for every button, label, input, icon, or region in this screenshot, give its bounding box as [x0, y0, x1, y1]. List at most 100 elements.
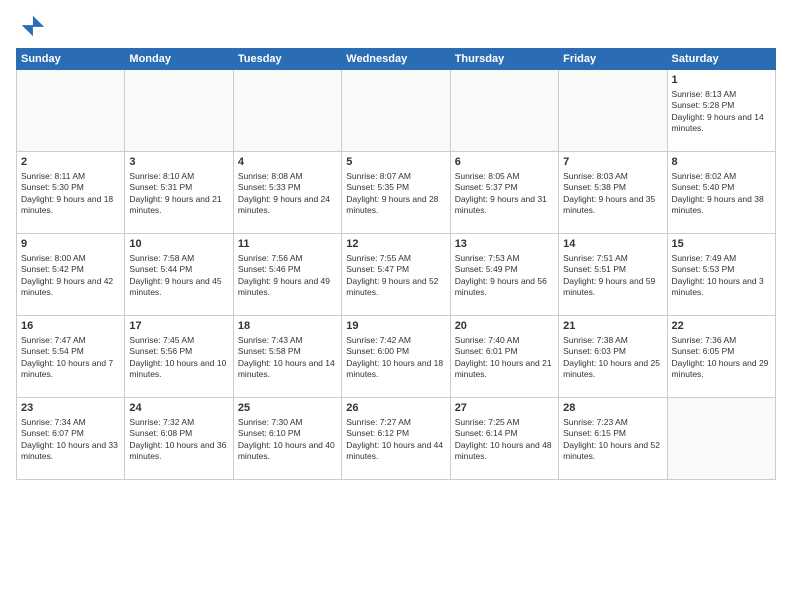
calendar-cell — [667, 398, 775, 480]
day-number: 24 — [129, 401, 228, 416]
calendar-cell: 3Sunrise: 8:10 AM Sunset: 5:31 PM Daylig… — [125, 152, 233, 234]
calendar-header-sunday: Sunday — [17, 49, 125, 70]
day-number: 9 — [21, 237, 120, 252]
day-number: 2 — [21, 155, 120, 170]
day-info: Sunrise: 8:00 AM Sunset: 5:42 PM Dayligh… — [21, 253, 120, 299]
calendar-cell — [125, 70, 233, 152]
day-number: 5 — [346, 155, 445, 170]
calendar-cell: 23Sunrise: 7:34 AM Sunset: 6:07 PM Dayli… — [17, 398, 125, 480]
day-info: Sunrise: 7:43 AM Sunset: 5:58 PM Dayligh… — [238, 335, 337, 381]
calendar-cell: 26Sunrise: 7:27 AM Sunset: 6:12 PM Dayli… — [342, 398, 450, 480]
calendar-cell: 15Sunrise: 7:49 AM Sunset: 5:53 PM Dayli… — [667, 234, 775, 316]
calendar-table: SundayMondayTuesdayWednesdayThursdayFrid… — [16, 48, 776, 480]
logo-icon — [18, 12, 46, 40]
day-info: Sunrise: 7:23 AM Sunset: 6:15 PM Dayligh… — [563, 417, 662, 463]
day-info: Sunrise: 7:53 AM Sunset: 5:49 PM Dayligh… — [455, 253, 554, 299]
calendar-cell: 12Sunrise: 7:55 AM Sunset: 5:47 PM Dayli… — [342, 234, 450, 316]
calendar-cell — [450, 70, 558, 152]
day-info: Sunrise: 7:42 AM Sunset: 6:00 PM Dayligh… — [346, 335, 445, 381]
day-info: Sunrise: 8:13 AM Sunset: 5:28 PM Dayligh… — [672, 89, 771, 135]
day-info: Sunrise: 7:27 AM Sunset: 6:12 PM Dayligh… — [346, 417, 445, 463]
calendar-cell — [559, 70, 667, 152]
calendar-cell: 11Sunrise: 7:56 AM Sunset: 5:46 PM Dayli… — [233, 234, 341, 316]
day-info: Sunrise: 8:03 AM Sunset: 5:38 PM Dayligh… — [563, 171, 662, 217]
calendar-week-2: 9Sunrise: 8:00 AM Sunset: 5:42 PM Daylig… — [17, 234, 776, 316]
day-info: Sunrise: 7:38 AM Sunset: 6:03 PM Dayligh… — [563, 335, 662, 381]
day-number: 19 — [346, 319, 445, 334]
day-number: 13 — [455, 237, 554, 252]
header — [16, 12, 776, 40]
calendar-cell: 6Sunrise: 8:05 AM Sunset: 5:37 PM Daylig… — [450, 152, 558, 234]
day-number: 14 — [563, 237, 662, 252]
calendar-cell: 8Sunrise: 8:02 AM Sunset: 5:40 PM Daylig… — [667, 152, 775, 234]
calendar-cell: 7Sunrise: 8:03 AM Sunset: 5:38 PM Daylig… — [559, 152, 667, 234]
day-info: Sunrise: 7:55 AM Sunset: 5:47 PM Dayligh… — [346, 253, 445, 299]
day-number: 10 — [129, 237, 228, 252]
calendar-header-wednesday: Wednesday — [342, 49, 450, 70]
calendar-header-friday: Friday — [559, 49, 667, 70]
day-number: 15 — [672, 237, 771, 252]
calendar-week-1: 2Sunrise: 8:11 AM Sunset: 5:30 PM Daylig… — [17, 152, 776, 234]
calendar-cell: 27Sunrise: 7:25 AM Sunset: 6:14 PM Dayli… — [450, 398, 558, 480]
day-info: Sunrise: 8:02 AM Sunset: 5:40 PM Dayligh… — [672, 171, 771, 217]
day-number: 26 — [346, 401, 445, 416]
day-info: Sunrise: 7:40 AM Sunset: 6:01 PM Dayligh… — [455, 335, 554, 381]
calendar-cell: 18Sunrise: 7:43 AM Sunset: 5:58 PM Dayli… — [233, 316, 341, 398]
calendar-week-0: 1Sunrise: 8:13 AM Sunset: 5:28 PM Daylig… — [17, 70, 776, 152]
day-number: 25 — [238, 401, 337, 416]
calendar-cell: 28Sunrise: 7:23 AM Sunset: 6:15 PM Dayli… — [559, 398, 667, 480]
calendar-header-row: SundayMondayTuesdayWednesdayThursdayFrid… — [17, 49, 776, 70]
day-number: 11 — [238, 237, 337, 252]
day-info: Sunrise: 7:30 AM Sunset: 6:10 PM Dayligh… — [238, 417, 337, 463]
day-info: Sunrise: 7:51 AM Sunset: 5:51 PM Dayligh… — [563, 253, 662, 299]
day-info: Sunrise: 8:11 AM Sunset: 5:30 PM Dayligh… — [21, 171, 120, 217]
day-info: Sunrise: 7:36 AM Sunset: 6:05 PM Dayligh… — [672, 335, 771, 381]
day-number: 17 — [129, 319, 228, 334]
calendar-cell: 9Sunrise: 8:00 AM Sunset: 5:42 PM Daylig… — [17, 234, 125, 316]
calendar-cell — [342, 70, 450, 152]
calendar-cell: 2Sunrise: 8:11 AM Sunset: 5:30 PM Daylig… — [17, 152, 125, 234]
day-number: 6 — [455, 155, 554, 170]
day-number: 23 — [21, 401, 120, 416]
calendar-cell — [233, 70, 341, 152]
calendar-cell: 10Sunrise: 7:58 AM Sunset: 5:44 PM Dayli… — [125, 234, 233, 316]
calendar-cell: 16Sunrise: 7:47 AM Sunset: 5:54 PM Dayli… — [17, 316, 125, 398]
day-number: 16 — [21, 319, 120, 334]
calendar-cell: 17Sunrise: 7:45 AM Sunset: 5:56 PM Dayli… — [125, 316, 233, 398]
calendar-cell: 5Sunrise: 8:07 AM Sunset: 5:35 PM Daylig… — [342, 152, 450, 234]
day-number: 22 — [672, 319, 771, 334]
calendar-cell: 21Sunrise: 7:38 AM Sunset: 6:03 PM Dayli… — [559, 316, 667, 398]
calendar-header-tuesday: Tuesday — [233, 49, 341, 70]
calendar-cell: 1Sunrise: 8:13 AM Sunset: 5:28 PM Daylig… — [667, 70, 775, 152]
calendar-cell: 22Sunrise: 7:36 AM Sunset: 6:05 PM Dayli… — [667, 316, 775, 398]
day-number: 7 — [563, 155, 662, 170]
day-info: Sunrise: 7:32 AM Sunset: 6:08 PM Dayligh… — [129, 417, 228, 463]
day-number: 12 — [346, 237, 445, 252]
calendar-week-4: 23Sunrise: 7:34 AM Sunset: 6:07 PM Dayli… — [17, 398, 776, 480]
day-info: Sunrise: 7:45 AM Sunset: 5:56 PM Dayligh… — [129, 335, 228, 381]
calendar-cell: 20Sunrise: 7:40 AM Sunset: 6:01 PM Dayli… — [450, 316, 558, 398]
day-info: Sunrise: 7:47 AM Sunset: 5:54 PM Dayligh… — [21, 335, 120, 381]
day-info: Sunrise: 7:58 AM Sunset: 5:44 PM Dayligh… — [129, 253, 228, 299]
day-number: 1 — [672, 73, 771, 88]
day-info: Sunrise: 7:34 AM Sunset: 6:07 PM Dayligh… — [21, 417, 120, 463]
day-number: 3 — [129, 155, 228, 170]
day-info: Sunrise: 7:25 AM Sunset: 6:14 PM Dayligh… — [455, 417, 554, 463]
calendar-cell: 25Sunrise: 7:30 AM Sunset: 6:10 PM Dayli… — [233, 398, 341, 480]
calendar-header-monday: Monday — [125, 49, 233, 70]
calendar-week-3: 16Sunrise: 7:47 AM Sunset: 5:54 PM Dayli… — [17, 316, 776, 398]
calendar-cell: 14Sunrise: 7:51 AM Sunset: 5:51 PM Dayli… — [559, 234, 667, 316]
calendar-cell: 13Sunrise: 7:53 AM Sunset: 5:49 PM Dayli… — [450, 234, 558, 316]
day-number: 28 — [563, 401, 662, 416]
day-number: 18 — [238, 319, 337, 334]
day-number: 20 — [455, 319, 554, 334]
calendar-cell: 24Sunrise: 7:32 AM Sunset: 6:08 PM Dayli… — [125, 398, 233, 480]
day-number: 27 — [455, 401, 554, 416]
day-info: Sunrise: 8:07 AM Sunset: 5:35 PM Dayligh… — [346, 171, 445, 217]
calendar-header-saturday: Saturday — [667, 49, 775, 70]
calendar-cell: 19Sunrise: 7:42 AM Sunset: 6:00 PM Dayli… — [342, 316, 450, 398]
day-info: Sunrise: 8:10 AM Sunset: 5:31 PM Dayligh… — [129, 171, 228, 217]
logo — [16, 12, 46, 40]
calendar-cell: 4Sunrise: 8:08 AM Sunset: 5:33 PM Daylig… — [233, 152, 341, 234]
day-info: Sunrise: 8:05 AM Sunset: 5:37 PM Dayligh… — [455, 171, 554, 217]
